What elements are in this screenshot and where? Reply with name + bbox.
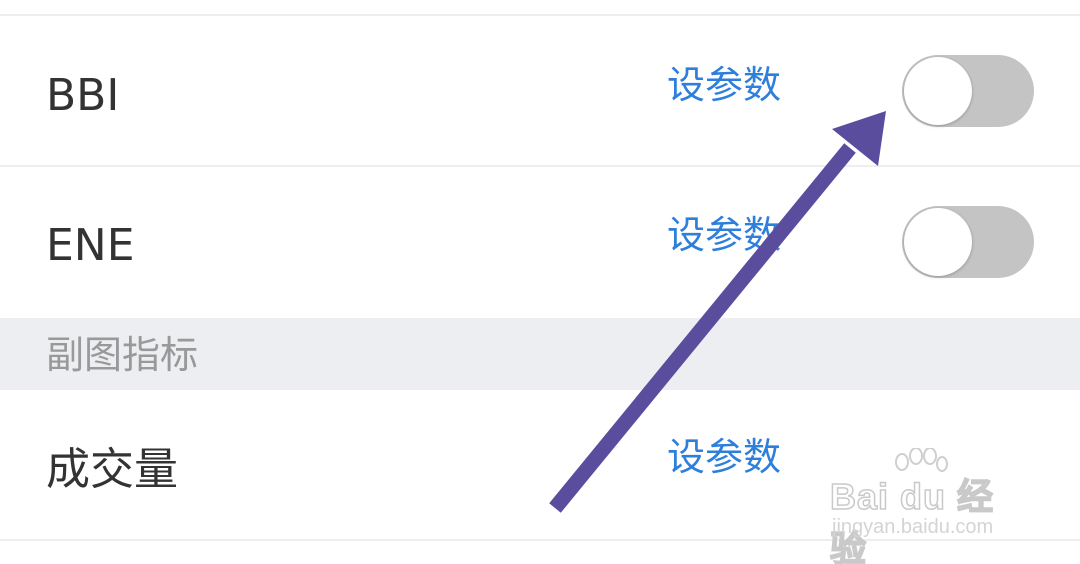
- indicator-row-bbi: BBI 设参数: [0, 16, 1080, 164]
- sub-chart-indicators-header: 副图指标: [0, 318, 1080, 390]
- bottom-divider: [0, 539, 1080, 541]
- indicator-row-ene: ENE 设参数: [0, 167, 1080, 317]
- indicator-label: ENE: [46, 220, 135, 271]
- set-params-link[interactable]: 设参数: [667, 438, 781, 476]
- toggle-knob: [904, 57, 972, 125]
- section-title: 副图指标: [46, 333, 199, 377]
- indicator-row-volume: 成交量 设参数: [0, 390, 1080, 538]
- bbi-toggle-switch[interactable]: [902, 55, 1034, 127]
- indicator-settings-screen: BBI 设参数 ENE 设参数 副图指标 成交量 设参数 Bai du 经验 j…: [0, 0, 1080, 564]
- ene-toggle-switch[interactable]: [902, 206, 1034, 278]
- indicator-label: 成交量: [46, 444, 178, 495]
- set-params-link[interactable]: 设参数: [667, 66, 781, 104]
- toggle-knob: [904, 208, 972, 276]
- set-params-link[interactable]: 设参数: [667, 216, 781, 254]
- indicator-label: BBI: [46, 70, 120, 121]
